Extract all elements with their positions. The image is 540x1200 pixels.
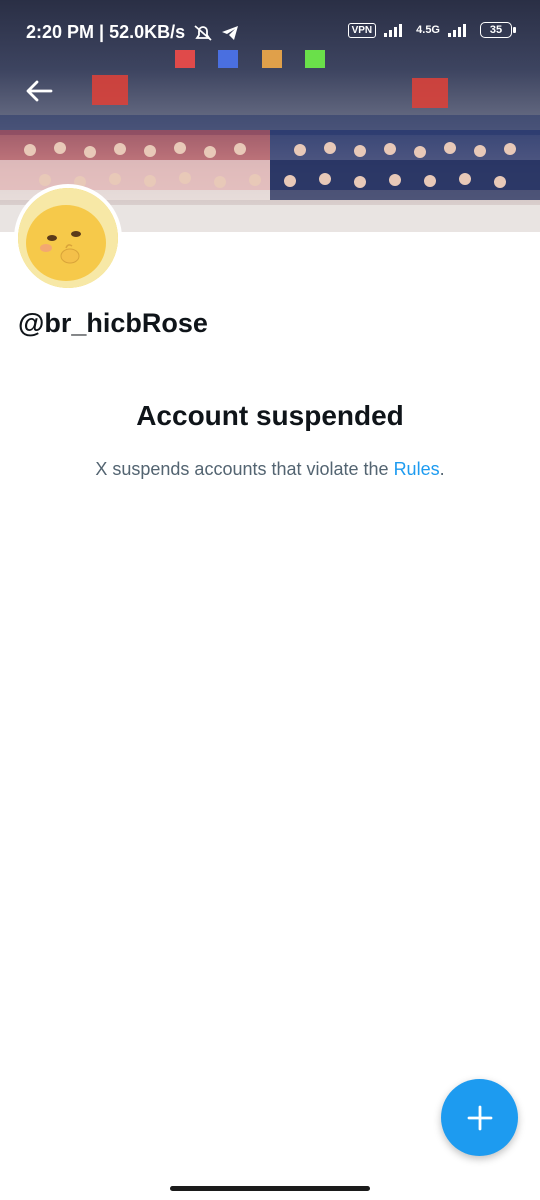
profile-handle: @br_hicbRose bbox=[18, 308, 208, 338]
avatar[interactable] bbox=[14, 184, 122, 292]
home-indicator[interactable] bbox=[170, 1186, 370, 1191]
status-left: 2:20 PM | 52.0KB/s bbox=[26, 22, 239, 43]
status-right: VPN 4.5G 35 bbox=[347, 22, 516, 38]
battery-level: 35 bbox=[489, 24, 503, 36]
signal-icon bbox=[384, 24, 403, 37]
suspended-text: X suspends accounts that violate the bbox=[95, 459, 394, 479]
suspended-text-end: . bbox=[439, 459, 445, 479]
alarm-off-icon bbox=[194, 24, 212, 41]
rules-link[interactable]: Rules bbox=[394, 459, 440, 479]
avatar-image bbox=[18, 188, 118, 288]
back-button[interactable] bbox=[22, 74, 56, 108]
arrow-left-icon bbox=[26, 80, 53, 102]
vpn-badge: VPN bbox=[347, 22, 377, 38]
status-bar: 2:20 PM | 52.0KB/s VPN 4.5G 35 bbox=[0, 0, 540, 66]
network-type: 4.5G bbox=[416, 24, 440, 36]
suspended-title: Account suspended bbox=[136, 400, 404, 431]
suspended-description: X suspends accounts that violate the Rul… bbox=[0, 459, 540, 480]
signal-icon-2 bbox=[448, 24, 466, 37]
battery-icon: 35 bbox=[480, 22, 516, 38]
telegram-icon bbox=[222, 25, 239, 40]
status-time: 2:20 PM | 52.0KB/s bbox=[26, 22, 186, 42]
compose-button[interactable] bbox=[441, 1079, 518, 1156]
plus-icon bbox=[467, 1105, 492, 1130]
